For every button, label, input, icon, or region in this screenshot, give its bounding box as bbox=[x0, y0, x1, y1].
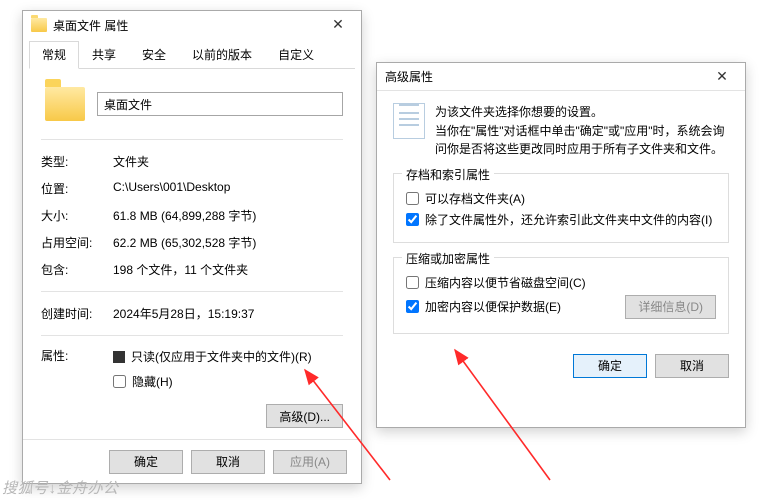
separator bbox=[41, 139, 343, 140]
contains-value: 198 个文件，11 个文件夹 bbox=[113, 261, 343, 278]
advanced-titlebar[interactable]: 高级属性 ✕ bbox=[377, 63, 745, 91]
advanced-attributes-dialog: 高级属性 ✕ 为该文件夹选择你想要的设置。 当你在"属性"对话框中单击"确定"或… bbox=[376, 62, 746, 428]
compress-encrypt-group: 压缩或加密属性 压缩内容以便节省磁盘空间(C) 加密内容以便保护数据(E) 详细… bbox=[393, 257, 729, 334]
properties-tabs: 常规 共享 安全 以前的版本 自定义 bbox=[23, 41, 361, 69]
size-value: 61.8 MB (64,899,288 字节) bbox=[113, 207, 343, 224]
ok-button[interactable]: 确定 bbox=[109, 450, 183, 474]
advanced-title: 高级属性 bbox=[385, 68, 705, 85]
archive-index-group: 存档和索引属性 可以存档文件夹(A) 除了文件属性外，还允许索引此文件夹中文件的… bbox=[393, 173, 729, 243]
tab-customize[interactable]: 自定义 bbox=[265, 41, 327, 69]
cancel-button[interactable]: 取消 bbox=[655, 354, 729, 378]
properties-title: 桌面文件 属性 bbox=[53, 17, 321, 34]
index-checkbox-row[interactable]: 除了文件属性外，还允许索引此文件夹中文件的内容(I) bbox=[406, 211, 716, 228]
compress-checkbox-row[interactable]: 压缩内容以便节省磁盘空间(C) bbox=[406, 274, 716, 291]
tab-security[interactable]: 安全 bbox=[129, 41, 179, 69]
apply-button[interactable]: 应用(A) bbox=[273, 450, 347, 474]
folder-icon bbox=[31, 18, 47, 32]
separator bbox=[41, 291, 343, 292]
created-value: 2024年5月28日，15:19:37 bbox=[113, 305, 343, 322]
archive-checkbox-row[interactable]: 可以存档文件夹(A) bbox=[406, 190, 716, 207]
contains-label: 包含: bbox=[41, 261, 113, 278]
sizeondisk-label: 占用空间: bbox=[41, 234, 113, 251]
ok-button[interactable]: 确定 bbox=[573, 354, 647, 378]
archive-index-legend: 存档和索引属性 bbox=[402, 166, 494, 183]
details-button[interactable]: 详细信息(D) bbox=[625, 295, 716, 319]
index-checkbox[interactable] bbox=[406, 213, 419, 226]
attributes-label: 属性: bbox=[41, 344, 113, 428]
readonly-tristate-icon bbox=[113, 351, 125, 363]
sizeondisk-value: 62.2 MB (65,302,528 字节) bbox=[113, 234, 343, 251]
location-value: C:\Users\001\Desktop bbox=[113, 180, 343, 197]
hidden-label: 隐藏(H) bbox=[132, 373, 173, 390]
folder-large-icon bbox=[45, 87, 85, 121]
type-label: 类型: bbox=[41, 153, 113, 170]
encrypt-label: 加密内容以便保护数据(E) bbox=[425, 298, 561, 315]
close-icon[interactable]: ✕ bbox=[705, 66, 739, 88]
hidden-checkbox-row[interactable]: 隐藏(H) bbox=[113, 369, 343, 394]
tab-panel-general: 类型: 文件夹 位置: C:\Users\001\Desktop 大小: 61.… bbox=[23, 69, 361, 434]
advanced-intro: 为该文件夹选择你想要的设置。 当你在"属性"对话框中单击"确定"或"应用"时，系… bbox=[435, 103, 729, 159]
properties-dialog: 桌面文件 属性 ✕ 常规 共享 安全 以前的版本 自定义 类型: 文件夹 位置:… bbox=[22, 10, 362, 484]
properties-sheet-icon bbox=[393, 103, 425, 139]
hidden-checkbox[interactable] bbox=[113, 375, 126, 388]
cancel-button[interactable]: 取消 bbox=[191, 450, 265, 474]
location-label: 位置: bbox=[41, 180, 113, 197]
readonly-label: 只读(仅应用于文件夹中的文件)(R) bbox=[131, 348, 312, 365]
tab-sharing[interactable]: 共享 bbox=[79, 41, 129, 69]
tab-previous-versions[interactable]: 以前的版本 bbox=[179, 41, 265, 69]
index-label: 除了文件属性外，还允许索引此文件夹中文件的内容(I) bbox=[425, 211, 712, 228]
readonly-checkbox-row[interactable]: 只读(仅应用于文件夹中的文件)(R) bbox=[113, 344, 343, 369]
properties-titlebar[interactable]: 桌面文件 属性 ✕ bbox=[23, 11, 361, 39]
encrypt-checkbox-row[interactable]: 加密内容以便保护数据(E) 详细信息(D) bbox=[406, 295, 716, 319]
archive-checkbox[interactable] bbox=[406, 192, 419, 205]
size-label: 大小: bbox=[41, 207, 113, 224]
compress-encrypt-legend: 压缩或加密属性 bbox=[402, 250, 494, 267]
encrypt-checkbox[interactable] bbox=[406, 300, 419, 313]
watermark-text: 搜狐号↓金舟办公 bbox=[2, 477, 119, 498]
separator bbox=[41, 335, 343, 336]
folder-name-input[interactable] bbox=[97, 92, 343, 116]
type-value: 文件夹 bbox=[113, 153, 343, 170]
advanced-button[interactable]: 高级(D)... bbox=[266, 404, 343, 428]
compress-checkbox[interactable] bbox=[406, 276, 419, 289]
archive-label: 可以存档文件夹(A) bbox=[425, 190, 525, 207]
tab-general[interactable]: 常规 bbox=[29, 41, 79, 69]
advanced-buttonbar: 确定 取消 bbox=[377, 342, 745, 384]
close-icon[interactable]: ✕ bbox=[321, 14, 355, 36]
created-label: 创建时间: bbox=[41, 305, 113, 322]
compress-label: 压缩内容以便节省磁盘空间(C) bbox=[425, 274, 586, 291]
